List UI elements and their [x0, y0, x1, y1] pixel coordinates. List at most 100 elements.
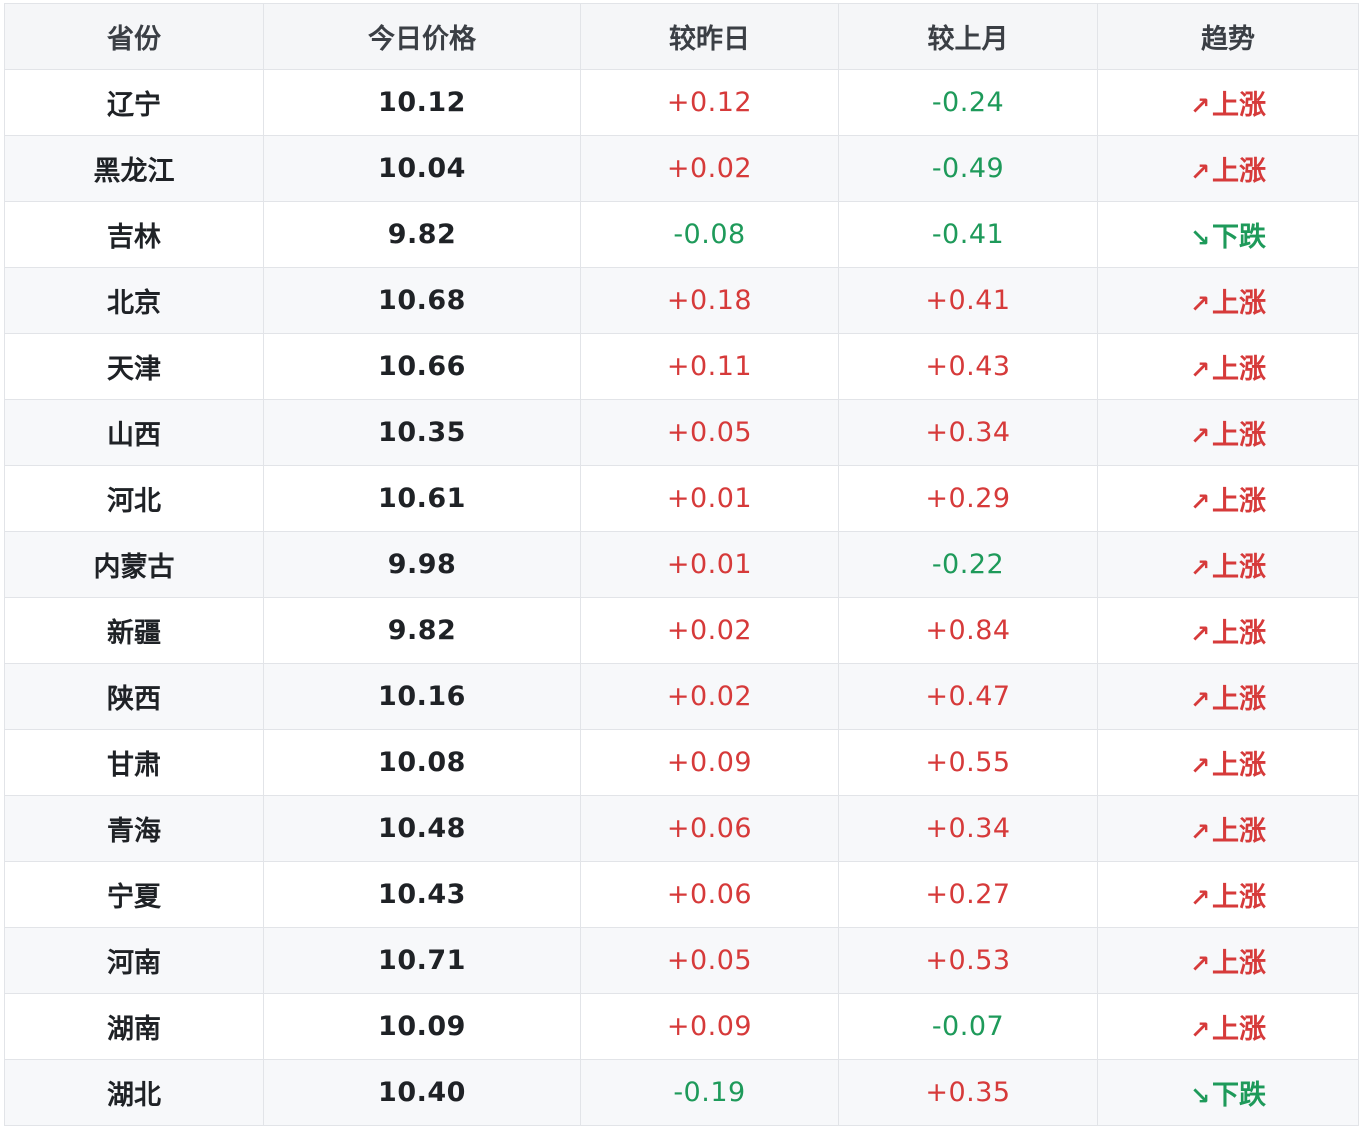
month-change-cell: +0.35: [838, 1059, 1098, 1126]
price-cell: 10.40: [263, 1059, 581, 1126]
trend-up-arrow-icon: ↗: [1189, 818, 1211, 846]
province-cell: 北京: [4, 267, 264, 334]
price-cell: 10.09: [263, 993, 581, 1060]
price-cell: 10.16: [263, 663, 581, 730]
day-change-cell: +0.01: [580, 465, 839, 532]
trend-label: 上涨: [1212, 948, 1267, 979]
trend-cell: ↗上涨: [1097, 861, 1359, 928]
province-cell: 宁夏: [4, 861, 264, 928]
trend-cell: ↗上涨: [1097, 795, 1359, 862]
price-table-container: 省份 今日价格 较昨日 较上月 趋势 辽宁 10.12 +0.12 -0.24 ↗上涨黑…: [4, 3, 1359, 1126]
month-change-cell: +0.41: [838, 267, 1098, 334]
trend-label: 上涨: [1212, 684, 1267, 715]
trend-label: 上涨: [1212, 1014, 1267, 1045]
trend-cell: ↗上涨: [1097, 993, 1359, 1060]
month-change-cell: -0.41: [838, 201, 1098, 268]
day-change-cell: +0.02: [580, 663, 839, 730]
trend-down-arrow-icon: ↘: [1189, 1082, 1211, 1110]
trend-label: 上涨: [1212, 156, 1267, 187]
table-row[interactable]: 青海 10.48 +0.06 +0.34 ↗上涨: [4, 795, 1359, 862]
trend-up-arrow-icon: ↗: [1189, 356, 1211, 384]
trend-label: 上涨: [1212, 90, 1267, 121]
table-row[interactable]: 北京 10.68 +0.18 +0.41 ↗上涨: [4, 267, 1359, 334]
day-change-cell: -0.19: [580, 1059, 839, 1126]
price-cell: 10.71: [263, 927, 581, 994]
trend-up-arrow-icon: ↗: [1189, 554, 1211, 582]
day-change-cell: +0.09: [580, 729, 839, 796]
header-price[interactable]: 今日价格: [263, 3, 581, 70]
table-body: 辽宁 10.12 +0.12 -0.24 ↗上涨 黑龙江 10.04 +0.02 -0.49 ↗上…: [4, 69, 1359, 1126]
trend-label: 下跌: [1212, 1080, 1267, 1111]
province-cell: 吉林: [4, 201, 264, 268]
trend-label: 上涨: [1212, 552, 1267, 583]
table-row[interactable]: 天津 10.66 +0.11 +0.43 ↗上涨: [4, 333, 1359, 400]
province-cell: 河北: [4, 465, 264, 532]
trend-up-arrow-icon: ↗: [1189, 686, 1211, 714]
trend-up-arrow-icon: ↗: [1189, 752, 1211, 780]
trend-up-arrow-icon: ↗: [1189, 422, 1211, 450]
table-row[interactable]: 河北 10.61 +0.01 +0.29 ↗上涨: [4, 465, 1359, 532]
trend-label: 上涨: [1212, 618, 1267, 649]
province-cell: 湖南: [4, 993, 264, 1060]
month-change-cell: +0.29: [838, 465, 1098, 532]
province-cell: 辽宁: [4, 69, 264, 136]
table-row[interactable]: 山西 10.35 +0.05 +0.34 ↗上涨: [4, 399, 1359, 466]
price-cell: 9.98: [263, 531, 581, 598]
trend-cell: ↗上涨: [1097, 729, 1359, 796]
price-cell: 10.35: [263, 399, 581, 466]
table-row[interactable]: 辽宁 10.12 +0.12 -0.24 ↗上涨: [4, 69, 1359, 136]
table-row[interactable]: 黑龙江 10.04 +0.02 -0.49 ↗上涨: [4, 135, 1359, 202]
trend-up-arrow-icon: ↗: [1189, 92, 1211, 120]
table-row[interactable]: 湖北 10.40 -0.19 +0.35 ↘下跌: [4, 1059, 1359, 1126]
table-row[interactable]: 甘肃 10.08 +0.09 +0.55 ↗上涨: [4, 729, 1359, 796]
trend-cell: ↘下跌: [1097, 1059, 1359, 1126]
price-cell: 10.04: [263, 135, 581, 202]
table-row[interactable]: 吉林 9.82 -0.08 -0.41 ↘下跌: [4, 201, 1359, 268]
table-row[interactable]: 陕西 10.16 +0.02 +0.47 ↗上涨: [4, 663, 1359, 730]
month-change-cell: -0.24: [838, 69, 1098, 136]
table-row[interactable]: 新疆 9.82 +0.02 +0.84 ↗上涨: [4, 597, 1359, 664]
table-row[interactable]: 内蒙古 9.98 +0.01 -0.22 ↗上涨: [4, 531, 1359, 598]
month-change-cell: +0.55: [838, 729, 1098, 796]
month-change-cell: +0.43: [838, 333, 1098, 400]
month-change-cell: +0.34: [838, 795, 1098, 862]
month-change-cell: +0.27: [838, 861, 1098, 928]
trend-cell: ↗上涨: [1097, 333, 1359, 400]
table-row[interactable]: 河南 10.71 +0.05 +0.53 ↗上涨: [4, 927, 1359, 994]
trend-up-arrow-icon: ↗: [1189, 488, 1211, 516]
trend-up-arrow-icon: ↗: [1189, 290, 1211, 318]
trend-up-arrow-icon: ↗: [1189, 620, 1211, 648]
header-province[interactable]: 省份: [4, 3, 264, 70]
trend-label: 上涨: [1212, 354, 1267, 385]
day-change-cell: +0.06: [580, 795, 839, 862]
day-change-cell: +0.05: [580, 927, 839, 994]
table-header: 省份 今日价格 较昨日 较上月 趋势: [4, 3, 1359, 70]
header-month-change[interactable]: 较上月: [838, 3, 1098, 70]
day-change-cell: -0.08: [580, 201, 839, 268]
trend-cell: ↗上涨: [1097, 597, 1359, 664]
price-cell: 10.12: [263, 69, 581, 136]
month-change-cell: +0.53: [838, 927, 1098, 994]
day-change-cell: +0.11: [580, 333, 839, 400]
province-cell: 山西: [4, 399, 264, 466]
header-trend[interactable]: 趋势: [1097, 3, 1359, 70]
trend-cell: ↗上涨: [1097, 69, 1359, 136]
price-cell: 9.82: [263, 597, 581, 664]
price-cell: 9.82: [263, 201, 581, 268]
province-cell: 河南: [4, 927, 264, 994]
month-change-cell: +0.34: [838, 399, 1098, 466]
month-change-cell: +0.47: [838, 663, 1098, 730]
month-change-cell: +0.84: [838, 597, 1098, 664]
province-cell: 新疆: [4, 597, 264, 664]
day-change-cell: +0.01: [580, 531, 839, 598]
day-change-cell: +0.12: [580, 69, 839, 136]
price-cell: 10.43: [263, 861, 581, 928]
trend-label: 上涨: [1212, 486, 1267, 517]
trend-cell: ↗上涨: [1097, 399, 1359, 466]
day-change-cell: +0.09: [580, 993, 839, 1060]
header-day-change[interactable]: 较昨日: [580, 3, 839, 70]
day-change-cell: +0.18: [580, 267, 839, 334]
table-row[interactable]: 湖南 10.09 +0.09 -0.07 ↗上涨: [4, 993, 1359, 1060]
table-row[interactable]: 宁夏 10.43 +0.06 +0.27 ↗上涨: [4, 861, 1359, 928]
trend-up-arrow-icon: ↗: [1189, 950, 1211, 978]
